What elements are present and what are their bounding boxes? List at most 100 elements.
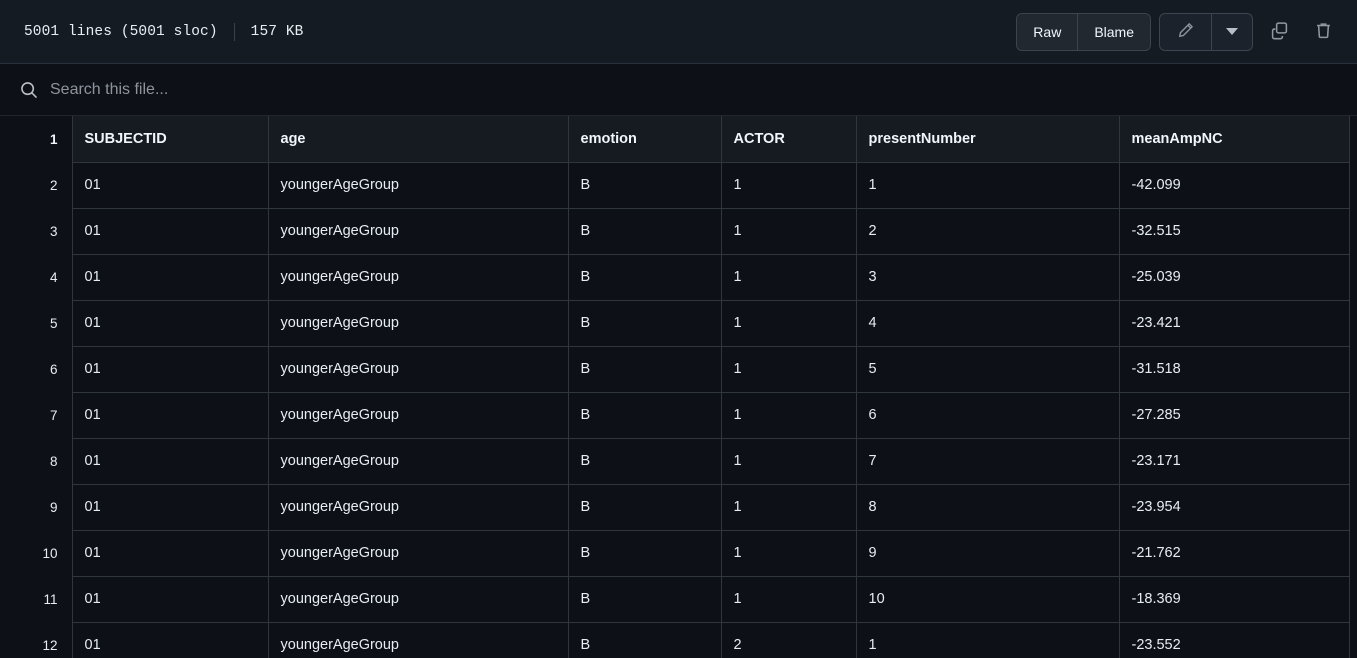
cell-actor: 2 <box>721 622 857 658</box>
cell-subjectid: 01 <box>72 438 269 485</box>
line-number: 10 <box>0 530 73 576</box>
table-row: 4 01 youngerAgeGroup B 1 3 -25.039 <box>0 254 1350 301</box>
column-header-actor: ACTOR <box>721 116 857 163</box>
edit-file-button[interactable] <box>1160 13 1212 50</box>
cell-presentnumber: 3 <box>856 254 1120 301</box>
line-number: 4 <box>0 254 73 300</box>
table-row: 7 01 youngerAgeGroup B 1 6 -27.285 <box>0 392 1350 439</box>
cell-actor: 1 <box>721 162 857 209</box>
csv-table-body: 2 01 youngerAgeGroup B 1 1 -42.099 3 01 … <box>0 162 1350 658</box>
line-number: 8 <box>0 438 73 484</box>
cell-meanampnc: -32.515 <box>1119 208 1350 255</box>
column-header-emotion: emotion <box>568 116 722 163</box>
cell-subjectid: 01 <box>72 484 269 531</box>
cell-age: youngerAgeGroup <box>268 530 569 577</box>
cell-actor: 1 <box>721 300 857 347</box>
cell-subjectid: 01 <box>72 622 269 658</box>
cell-subjectid: 01 <box>72 254 269 301</box>
cell-meanampnc: -23.552 <box>1119 622 1350 658</box>
csv-table-head: 1 SUBJECTID age emotion ACTOR presentNum… <box>0 116 1350 163</box>
line-number: 1 <box>0 116 73 162</box>
cell-presentnumber: 2 <box>856 208 1120 255</box>
cell-subjectid: 01 <box>72 346 269 393</box>
column-header-subjectid: SUBJECTID <box>72 116 269 163</box>
cell-meanampnc: -31.518 <box>1119 346 1350 393</box>
view-mode-button-group: Raw Blame <box>1016 12 1151 51</box>
table-row: 12 01 youngerAgeGroup B 2 1 -23.552 <box>0 622 1350 658</box>
pencil-icon <box>1177 22 1194 42</box>
file-size: 157 KB <box>250 23 304 40</box>
line-number: 2 <box>0 162 73 208</box>
search-input[interactable] <box>50 80 650 99</box>
cell-presentnumber: 5 <box>856 346 1120 393</box>
cell-subjectid: 01 <box>72 208 269 255</box>
table-row: 5 01 youngerAgeGroup B 1 4 -23.421 <box>0 300 1350 347</box>
delete-file-button[interactable] <box>1305 13 1341 51</box>
blame-button[interactable]: Blame <box>1078 13 1150 50</box>
cell-age: youngerAgeGroup <box>268 346 569 393</box>
cell-actor: 1 <box>721 530 857 577</box>
line-number: 9 <box>0 484 73 530</box>
copy-raw-content-button[interactable] <box>1261 13 1297 51</box>
raw-button[interactable]: Raw <box>1017 13 1079 50</box>
line-number: 6 <box>0 346 73 392</box>
cell-actor: 1 <box>721 346 857 393</box>
cell-emotion: B <box>568 208 722 255</box>
cell-age: youngerAgeGroup <box>268 622 569 658</box>
cell-meanampnc: -27.285 <box>1119 392 1350 439</box>
cell-actor: 1 <box>721 438 857 485</box>
cell-age: youngerAgeGroup <box>268 162 569 209</box>
cell-presentnumber: 6 <box>856 392 1120 439</box>
cell-presentnumber: 10 <box>856 576 1120 623</box>
cell-presentnumber: 4 <box>856 300 1120 347</box>
cell-actor: 1 <box>721 576 857 623</box>
column-header-meanampnc: meanAmpNC <box>1119 116 1350 163</box>
meta-divider <box>233 22 235 41</box>
file-view: 5001 lines (5001 sloc) 157 KB Raw Blame <box>0 0 1357 658</box>
cell-emotion: B <box>568 162 722 209</box>
cell-subjectid: 01 <box>72 162 269 209</box>
file-toolbar: 5001 lines (5001 sloc) 157 KB Raw Blame <box>0 0 1357 64</box>
column-header-age: age <box>268 116 569 163</box>
table-row: 6 01 youngerAgeGroup B 1 5 -31.518 <box>0 346 1350 393</box>
line-number: 3 <box>0 208 73 254</box>
trash-icon <box>1314 21 1333 43</box>
edit-button-group <box>1159 12 1253 51</box>
cell-age: youngerAgeGroup <box>268 576 569 623</box>
cell-subjectid: 01 <box>72 392 269 439</box>
cell-presentnumber: 9 <box>856 530 1120 577</box>
cell-meanampnc: -18.369 <box>1119 576 1350 623</box>
edit-dropdown-button[interactable] <box>1212 14 1252 50</box>
cell-meanampnc: -42.099 <box>1119 162 1350 209</box>
cell-presentnumber: 7 <box>856 438 1120 485</box>
cell-subjectid: 01 <box>72 530 269 577</box>
table-row: 10 01 youngerAgeGroup B 1 9 -21.762 <box>0 530 1350 577</box>
cell-meanampnc: -23.171 <box>1119 438 1350 485</box>
cell-presentnumber: 1 <box>856 622 1120 658</box>
cell-actor: 1 <box>721 254 857 301</box>
cell-presentnumber: 1 <box>856 162 1120 209</box>
line-number: 5 <box>0 300 73 346</box>
cell-meanampnc: -23.421 <box>1119 300 1350 347</box>
cell-age: youngerAgeGroup <box>268 484 569 531</box>
cell-age: youngerAgeGroup <box>268 208 569 255</box>
chevron-down-icon <box>1226 28 1238 35</box>
toolbar-actions: Raw Blame <box>1016 12 1341 51</box>
table-row: 11 01 youngerAgeGroup B 1 10 -18.369 <box>0 576 1350 623</box>
file-search-bar[interactable] <box>0 64 1357 116</box>
column-header-presentnumber: presentNumber <box>856 116 1120 163</box>
cell-actor: 1 <box>721 392 857 439</box>
cell-emotion: B <box>568 346 722 393</box>
cell-emotion: B <box>568 622 722 658</box>
line-number: 7 <box>0 392 73 438</box>
cell-meanampnc: -21.762 <box>1119 530 1350 577</box>
file-meta: 5001 lines (5001 sloc) 157 KB <box>24 22 304 41</box>
cell-emotion: B <box>568 438 722 485</box>
copy-icon <box>1270 21 1289 43</box>
cell-presentnumber: 8 <box>856 484 1120 531</box>
cell-age: youngerAgeGroup <box>268 438 569 485</box>
cell-actor: 1 <box>721 484 857 531</box>
table-row: 2 01 youngerAgeGroup B 1 1 -42.099 <box>0 162 1350 209</box>
table-row: 8 01 youngerAgeGroup B 1 7 -23.171 <box>0 438 1350 485</box>
line-number: 12 <box>0 622 73 658</box>
